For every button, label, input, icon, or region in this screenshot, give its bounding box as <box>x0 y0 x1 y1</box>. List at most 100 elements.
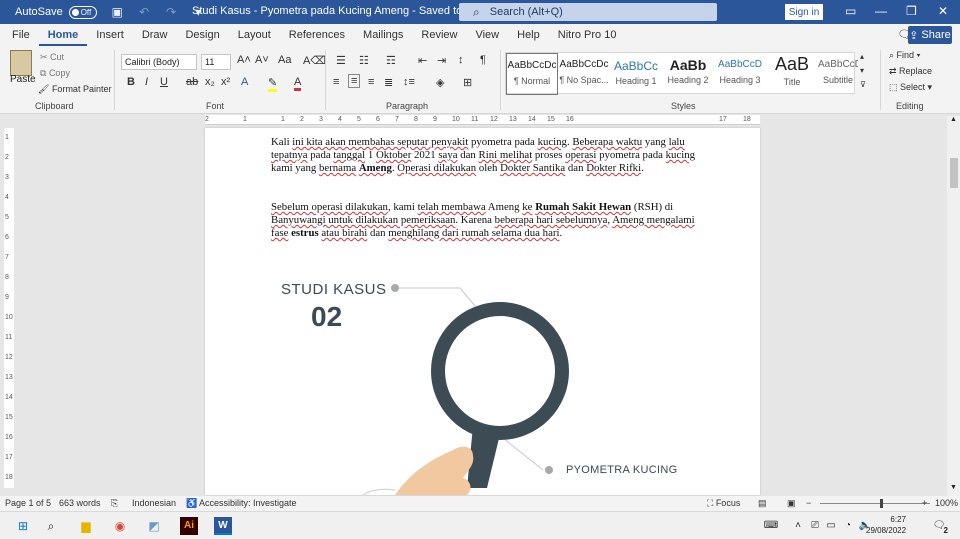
paste-icon[interactable] <box>10 50 32 76</box>
ribbon-display-options-icon[interactable]: ▭ <box>845 4 856 18</box>
tab-help[interactable]: Help <box>508 24 549 46</box>
vertical-ruler[interactable]: 1 2 3 4 5 6 7 8 9 10 11 12 13 14 15 16 1… <box>4 128 14 488</box>
text-effects-icon[interactable]: A <box>241 76 248 88</box>
strikethrough-icon[interactable]: ab <box>186 76 198 88</box>
style-heading-2[interactable]: AaBb Heading 2 <box>662 53 714 95</box>
show-marks-icon[interactable]: ¶ <box>480 54 486 66</box>
tab-view[interactable]: View <box>466 24 508 46</box>
align-left-icon[interactable]: ≡ <box>333 76 339 88</box>
clock-date[interactable]: 29/08/2022 <box>866 526 906 535</box>
justify-icon[interactable]: ≣ <box>384 76 393 89</box>
maximize-icon[interactable]: ❐ <box>906 4 917 18</box>
tab-nitro[interactable]: Nitro Pro 10 <box>549 24 626 46</box>
app-icon[interactable]: ◩ <box>145 517 163 535</box>
styles-scroll-down-icon[interactable]: ▾ <box>860 66 864 75</box>
style-no-spacing[interactable]: AaBbCcDc ¶ No Spac... <box>558 53 610 95</box>
show-hidden-icons-icon[interactable]: ˄ <box>789 517 807 535</box>
style-heading-1[interactable]: AaBbCc Heading 1 <box>610 53 662 95</box>
styles-more-icon[interactable]: ⊽ <box>860 80 866 89</box>
scroll-up-icon[interactable]: ▲ <box>950 116 957 123</box>
battery-icon[interactable]: ▭ <box>822 517 840 535</box>
style-title[interactable]: AaB Title <box>766 53 818 95</box>
close-icon[interactable]: ✕ <box>938 4 948 18</box>
zoom-level[interactable]: 100% <box>935 498 958 508</box>
highlight-icon[interactable]: ✎ <box>268 76 278 92</box>
redo-icon[interactable]: ↷ <box>165 5 178 19</box>
tab-home[interactable]: Home <box>38 24 88 46</box>
horizontal-ruler[interactable]: 2 1 1 2 3 4 5 6 7 8 9 10 11 12 13 14 15 … <box>205 115 760 125</box>
save-icon[interactable]: ▣ <box>111 5 124 19</box>
style-normal[interactable]: AaBbCcDc ¶ Normal <box>506 53 558 95</box>
vertical-scrollbar[interactable]: ▲ ▼ <box>947 116 960 496</box>
style-subtitle[interactable]: AaBbCcD Subtitle <box>818 53 858 95</box>
select-button[interactable]: ⬚ Select ▾ <box>889 82 932 93</box>
align-center-icon[interactable]: ≡ <box>348 74 361 88</box>
accessibility-icon[interactable]: ♿ <box>186 498 197 509</box>
change-case-icon[interactable]: Aa <box>278 54 291 66</box>
windows-start-icon[interactable]: ⊞ <box>14 517 32 535</box>
sort-icon[interactable]: ↕ <box>458 54 464 66</box>
tab-references[interactable]: References <box>280 24 354 46</box>
accessibility-status[interactable]: Accessibility: Investigate <box>199 498 297 508</box>
underline-icon[interactable]: U <box>160 76 168 88</box>
word-count[interactable]: 663 words <box>59 498 101 508</box>
touch-keyboard-icon[interactable]: ⌨ <box>762 517 780 535</box>
subscript-icon[interactable]: x₂ <box>205 76 215 88</box>
zoom-slider[interactable] <box>820 503 930 504</box>
increase-indent-icon[interactable]: ⇥ <box>437 54 446 67</box>
focus-mode[interactable]: ⛶ Focus <box>707 498 740 509</box>
sign-in-button[interactable]: Sign in <box>785 4 823 20</box>
italic-icon[interactable]: I <box>145 76 148 88</box>
scroll-down-icon[interactable]: ▼ <box>950 484 957 491</box>
tab-review[interactable]: Review <box>412 24 466 46</box>
tab-draw[interactable]: Draw <box>133 24 177 46</box>
autosave-control[interactable]: AutoSave Off <box>15 5 97 19</box>
tab-file[interactable]: File <box>3 24 39 46</box>
numbering-icon[interactable]: ☷ <box>359 54 369 67</box>
font-size-select[interactable]: 11 <box>201 54 231 70</box>
paste-button[interactable]: Paste <box>10 74 36 85</box>
autosave-toggle[interactable]: Off <box>68 5 97 19</box>
chrome-icon[interactable]: ◉ <box>111 517 129 535</box>
format-painter-button[interactable]: 🖌 Format Painter <box>38 84 111 95</box>
copy-button[interactable]: ⧉ Copy <box>40 68 70 79</box>
clear-formatting-icon[interactable]: A⌫ <box>303 54 326 67</box>
read-mode-icon[interactable]: ▤ <box>758 498 767 509</box>
font-family-select[interactable]: Calibri (Body) <box>121 54 197 70</box>
font-color-icon[interactable]: A <box>294 76 302 91</box>
tab-insert[interactable]: Insert <box>87 24 133 46</box>
page-count[interactable]: Page 1 of 5 <box>5 498 51 508</box>
word-icon[interactable]: W <box>214 517 232 535</box>
document-page[interactable]: Kali ini kita akan membahas seputar peny… <box>205 128 760 495</box>
shrink-font-icon[interactable]: A˅ <box>255 54 269 66</box>
clock-time[interactable]: 6:27 <box>876 515 906 524</box>
tab-mailings[interactable]: Mailings <box>354 24 412 46</box>
decrease-indent-icon[interactable]: ⇤ <box>418 54 427 67</box>
borders-icon[interactable]: ⊞ <box>463 76 472 89</box>
styles-scroll-up-icon[interactable]: ▴ <box>860 52 864 61</box>
proofing-icon[interactable]: ⎘ <box>111 498 118 509</box>
replace-button[interactable]: ⇄ Replace <box>889 66 932 77</box>
illustrator-icon[interactable]: Ai <box>180 517 198 535</box>
language[interactable]: Indonesian <box>132 498 176 508</box>
scrollbar-thumb[interactable] <box>950 158 958 188</box>
zoom-out-icon[interactable]: − <box>806 498 811 508</box>
superscript-icon[interactable]: x² <box>221 76 230 88</box>
line-spacing-icon[interactable]: ↕≡ <box>403 76 415 88</box>
search-box[interactable]: ⌕ Search (Alt+Q) <box>459 3 717 21</box>
minimize-icon[interactable]: — <box>875 4 887 18</box>
cut-button[interactable]: ✂ Cut <box>40 52 64 63</box>
grow-font-icon[interactable]: A˄ <box>237 54 251 66</box>
file-explorer-icon[interactable]: ▆ <box>77 517 95 535</box>
tab-design[interactable]: Design <box>176 24 228 46</box>
shading-icon[interactable]: ◈ <box>436 76 444 89</box>
find-button[interactable]: ⌕ Find ▾ <box>889 50 920 61</box>
bold-icon[interactable]: B <box>127 76 135 88</box>
align-right-icon[interactable]: ≡ <box>368 76 374 88</box>
style-heading-3[interactable]: AaBbCcD Heading 3 <box>714 53 766 95</box>
infographic[interactable] <box>205 128 760 495</box>
zoom-slider-knob[interactable] <box>880 499 883 508</box>
tab-layout[interactable]: Layout <box>229 24 280 46</box>
share-button[interactable]: ⇪ Share <box>908 26 952 44</box>
bullets-icon[interactable]: ☰ <box>336 54 346 67</box>
